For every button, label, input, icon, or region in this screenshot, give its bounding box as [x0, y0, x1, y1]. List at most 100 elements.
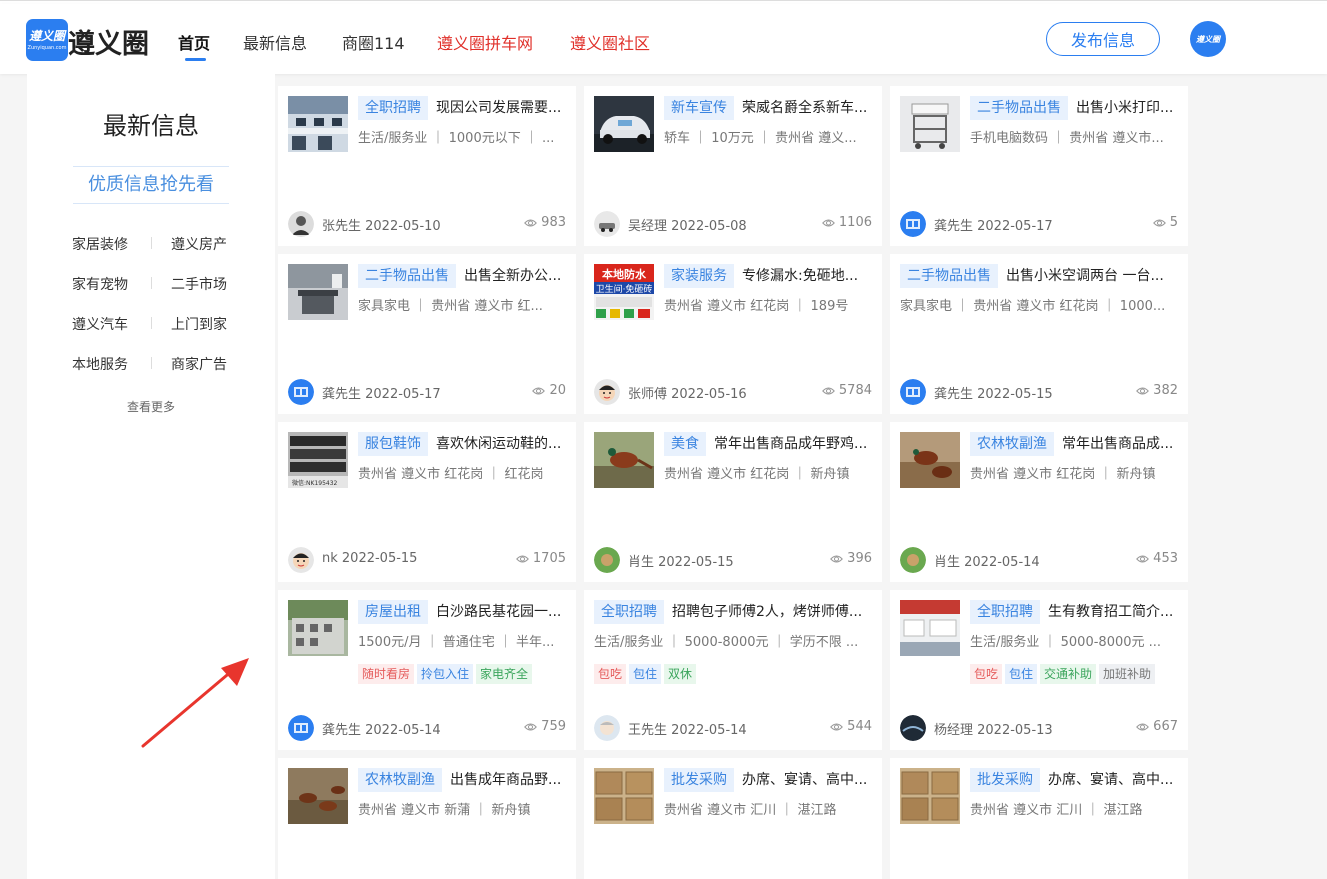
- listing-card[interactable]: 本地防水 卫生间·免砸砖 家装服务 专修漏水:免砸地... 贵州省 遵义市 红花岗 ｜ …: [584, 254, 882, 414]
- listing-category-tag: 批发采购: [664, 768, 734, 792]
- feature-chip: 家电齐全: [476, 664, 533, 684]
- listing-meta: 贵州省 遵义市 新蒲 ｜ 新舟镇: [358, 803, 531, 818]
- listing-category-tag: 批发采购: [970, 768, 1040, 792]
- publish-button[interactable]: 发布信息: [1046, 22, 1160, 56]
- listing-thumbnail[interactable]: [288, 96, 348, 152]
- listing-title[interactable]: 招聘包子师傅2人，烤饼师傅...: [672, 600, 872, 624]
- listing-title[interactable]: 出售成年商品野...: [450, 768, 566, 792]
- listing-category-tag: 全职招聘: [358, 96, 428, 120]
- user-avatar[interactable]: 遵义圈: [1190, 21, 1226, 57]
- category-real-estate[interactable]: 遵义房产: [171, 234, 227, 254]
- nav-community[interactable]: 遵义圈社区: [570, 30, 650, 54]
- author-avatar[interactable]: [594, 379, 620, 405]
- listing-card[interactable]: 新车宣传 荣威名爵全系新车... 轿车 ｜ 10万元 ｜ 贵州省 遵义... 吴经理 …: [584, 86, 882, 246]
- listing-title[interactable]: 出售小米空调两台 一台...: [1006, 264, 1178, 288]
- listing-card[interactable]: 全职招聘 现因公司发展需要... 生活/服务业 ｜ 1000元以下 ｜ ... 张先生…: [278, 86, 576, 246]
- svg-text:本地防水: 本地防水: [602, 267, 647, 281]
- nav-carpool[interactable]: 遵义圈拼车网: [437, 30, 533, 54]
- author-and-date: 龚先生 2022-05-14: [322, 723, 441, 738]
- category-second-hand[interactable]: 二手市场: [171, 274, 227, 294]
- listing-thumbnail[interactable]: 微信:NK195432: [288, 432, 348, 488]
- view-count: 453: [1136, 551, 1178, 566]
- listing-thumbnail[interactable]: [594, 768, 654, 824]
- nav-home[interactable]: 首页: [178, 30, 210, 54]
- listing-thumbnail[interactable]: [288, 768, 348, 824]
- listing-card[interactable]: 微信:NK195432 服包鞋饰 喜欢休闲运动鞋的... 贵州省 遵义市 红花岗 ｜ …: [278, 422, 576, 582]
- eye-icon: [532, 387, 546, 395]
- eye-icon: [1136, 387, 1150, 395]
- logo-icon-subtext: Zunyiquan.com: [27, 44, 67, 51]
- listing-thumbnail[interactable]: [900, 768, 960, 824]
- logo-icon[interactable]: 遵义圈 Zunyiquan.com: [26, 19, 68, 61]
- author-avatar[interactable]: [288, 211, 314, 237]
- site-logo-text[interactable]: 遵义圈: [68, 22, 149, 61]
- sidebar-subtitle: 优质信息抢先看: [73, 166, 229, 204]
- author-avatar[interactable]: [594, 547, 620, 573]
- listing-card[interactable]: 全职招聘 生有教育招工简介... 生活/服务业 ｜ 5000-8000元 ... 包吃…: [890, 590, 1188, 750]
- listing-thumbnail[interactable]: 本地防水卫生间·免砸砖: [594, 264, 654, 320]
- author-and-date: nk 2022-05-15: [322, 551, 418, 566]
- listing-title[interactable]: 常年出售商品成年野鸡...: [714, 432, 872, 456]
- listing-thumbnail[interactable]: [288, 600, 348, 656]
- listing-title[interactable]: 办席、宴请、高中...: [742, 768, 872, 792]
- listing-card[interactable]: 批发采购 办席、宴请、高中... 贵州省 遵义市 汇川 ｜ 湛江路: [584, 758, 882, 879]
- listing-title[interactable]: 白沙路民基花园一...: [436, 600, 566, 624]
- listing-category-tag: 新车宣传: [664, 96, 734, 120]
- listing-thumbnail[interactable]: [900, 96, 960, 152]
- listing-title[interactable]: 荣威名爵全系新车...: [742, 96, 872, 120]
- author-avatar[interactable]: [594, 211, 620, 237]
- author-avatar[interactable]: [594, 715, 620, 741]
- category-pets[interactable]: 家有宠物: [72, 274, 128, 294]
- category-cars[interactable]: 遵义汽车: [72, 314, 128, 334]
- listing-thumbnail[interactable]: [594, 432, 654, 488]
- category-home-decor[interactable]: 家居装修: [72, 234, 128, 254]
- category-home-service[interactable]: 上门到家: [171, 314, 227, 334]
- listing-meta: 贵州省 遵义市 汇川 ｜ 湛江路: [970, 803, 1143, 818]
- listing-card[interactable]: 房屋出租 白沙路民基花园一... 1500元/月 ｜ 普通住宅 ｜ 半年... 随时看…: [278, 590, 576, 750]
- listing-title[interactable]: 出售全新办公...: [464, 264, 566, 288]
- listing-thumbnail[interactable]: [594, 96, 654, 152]
- listing-meta: 贵州省 遵义市 红花岗 ｜ 新舟镇: [664, 467, 850, 482]
- listing-title[interactable]: 常年出售商品成...: [1062, 432, 1178, 456]
- listing-thumbnail[interactable]: [288, 264, 348, 320]
- feature-chip: 包住: [629, 664, 662, 684]
- listing-title[interactable]: 生有教育招工简介...: [1048, 600, 1178, 624]
- listing-title[interactable]: 出售小米打印...: [1076, 96, 1178, 120]
- author-avatar[interactable]: [288, 547, 314, 573]
- eye-icon: [1136, 555, 1150, 563]
- author-avatar[interactable]: [288, 715, 314, 741]
- nav-latest-info[interactable]: 最新信息: [243, 30, 307, 54]
- listing-feature-chips: 包吃 包住 交通补助 加班补助: [970, 663, 1158, 684]
- listing-title[interactable]: 办席、宴请、高中...: [1048, 768, 1178, 792]
- listing-card[interactable]: 二手物品出售 出售小米空调两台 一台... 家具家电 ｜ 贵州省 遵义市 红花岗 ｜…: [890, 254, 1188, 414]
- view-count-value: 983: [541, 215, 566, 230]
- listing-meta: 家具家电 ｜ 贵州省 遵义市 红...: [358, 299, 543, 314]
- listing-card[interactable]: 全职招聘 招聘包子师傅2人，烤饼师傅... 生活/服务业 ｜ 5000-8000元 …: [584, 590, 882, 750]
- listing-title[interactable]: 专修漏水:免砸地...: [742, 264, 872, 288]
- view-count-value: 667: [1153, 719, 1178, 734]
- listing-card[interactable]: 批发采购 办席、宴请、高中... 贵州省 遵义市 汇川 ｜ 湛江路: [890, 758, 1188, 879]
- view-more-link[interactable]: 查看更多: [27, 398, 275, 415]
- author-avatar[interactable]: [900, 379, 926, 405]
- view-count: 983: [524, 215, 566, 230]
- listing-thumbnail[interactable]: [900, 600, 960, 656]
- author-avatar[interactable]: [900, 547, 926, 573]
- listing-card[interactable]: 农林牧副渔 出售成年商品野... 贵州省 遵义市 新蒲 ｜ 新舟镇: [278, 758, 576, 879]
- author-avatar[interactable]: [288, 379, 314, 405]
- listing-thumbnail[interactable]: [900, 432, 960, 488]
- nav-business-114[interactable]: 商圈114: [342, 30, 405, 54]
- svg-text:卫生间·免砸砖: 卫生间·免砸砖: [596, 283, 653, 295]
- author-avatar[interactable]: [900, 715, 926, 741]
- listing-title[interactable]: 喜欢休闲运动鞋的...: [436, 432, 566, 456]
- eye-icon: [822, 387, 835, 395]
- listing-card[interactable]: 二手物品出售 出售小米打印... 手机电脑数码 ｜ 贵州省 遵义市... 龚先生 20…: [890, 86, 1188, 246]
- author-avatar[interactable]: [900, 211, 926, 237]
- listing-meta: 1500元/月 ｜ 普通住宅 ｜ 半年...: [358, 635, 555, 650]
- listing-title[interactable]: 现因公司发展需要...: [436, 96, 566, 120]
- listing-card[interactable]: 美食 常年出售商品成年野鸡... 贵州省 遵义市 红花岗 ｜ 新舟镇 肖生 2022-…: [584, 422, 882, 582]
- listing-card[interactable]: 农林牧副渔 常年出售商品成... 贵州省 遵义市 红花岗 ｜ 新舟镇 肖生 2022-…: [890, 422, 1188, 582]
- listing-card[interactable]: 二手物品出售 出售全新办公... 家具家电 ｜ 贵州省 遵义市 红... 龚先生 20…: [278, 254, 576, 414]
- category-merchant-ads[interactable]: 商家广告: [171, 354, 227, 374]
- feature-chip: 包住: [1005, 664, 1038, 684]
- category-local-service[interactable]: 本地服务: [72, 354, 128, 374]
